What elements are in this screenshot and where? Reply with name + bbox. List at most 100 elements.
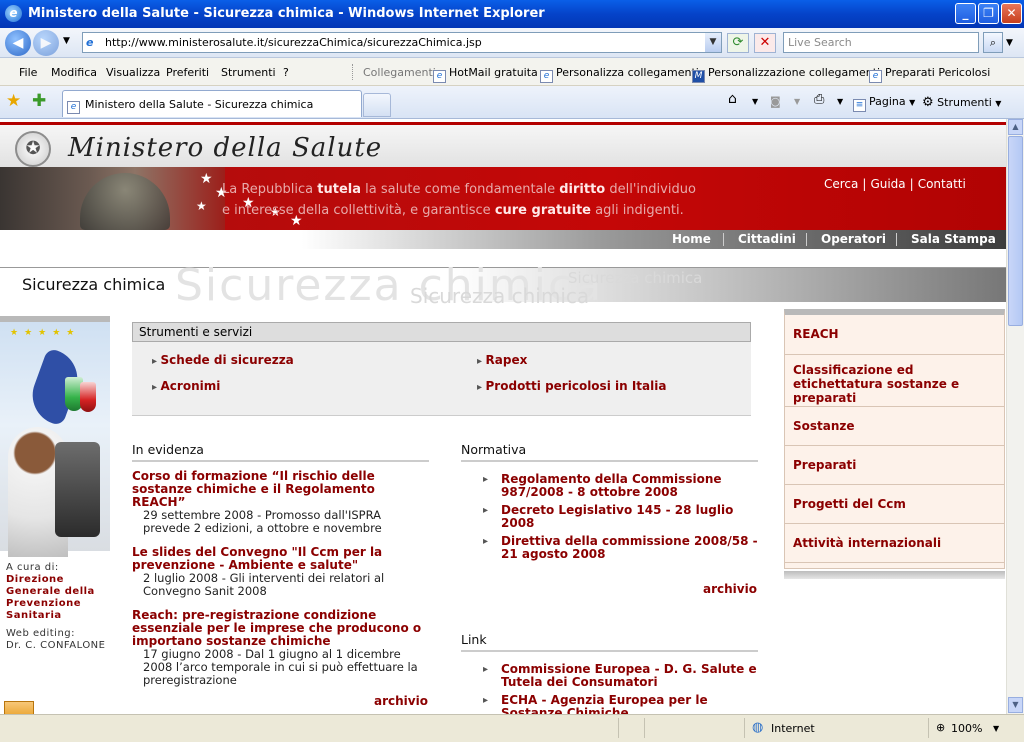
top-link-contatti[interactable]: Contatti [918,177,966,191]
security-zone: Internet [771,722,815,735]
menu-visualizza[interactable]: Visualizza [106,66,160,79]
scroll-thumb[interactable] [1008,136,1023,326]
right-menu-classificazione[interactable]: Classificazione ed etichettatura sostanz… [785,355,1004,407]
stop-icon[interactable]: ✕ [754,33,776,53]
tab-active[interactable]: e Ministero della Salute - Sicurezza chi… [62,90,362,117]
search-options-icon[interactable]: ▼ [1006,38,1013,48]
nav-home[interactable]: Home [672,232,711,246]
feeds-dropdown-icon[interactable]: ▼ [794,97,800,106]
top-links: Cerca | Guida | Contatti [824,177,966,191]
scroll-down-icon[interactable]: ▼ [1008,697,1023,713]
menu-modifica[interactable]: Modifica [51,66,97,79]
zoom-icon[interactable]: ⊕ [936,721,945,734]
search-icon[interactable]: ⌕ [983,32,1003,53]
back-button[interactable]: ◀ [5,30,31,56]
normativa-header: Normativa [461,442,758,462]
cura-label: A cura di: [6,562,59,573]
menu-strumenti[interactable]: Strumenti [221,66,276,79]
normativa-item[interactable]: Decreto Legislativo 145 - 28 luglio 2008 [461,504,758,530]
home-icon[interactable]: ⌂ [728,91,737,107]
external-link-item[interactable]: Commissione Europea - D. G. Salute e Tut… [461,663,758,689]
menu-preferiti[interactable]: Preferiti [166,66,209,79]
close-button[interactable]: ✕ [1001,3,1022,24]
site-logo[interactable]: Ministero della Salute [68,133,382,163]
mail-icon[interactable] [4,701,34,714]
news-title[interactable]: Reach: pre-registrazione condizione esse… [132,609,429,648]
new-tab-button[interactable] [363,93,391,117]
right-menu-progetti[interactable]: Progetti del Ccm [785,485,1004,524]
nav-sala-stampa[interactable]: Sala Stampa [911,232,996,246]
menu-file[interactable]: File [19,66,37,79]
page-icon: e [869,70,882,83]
news-desc: 29 settembre 2008 - Promosso dall'ISPRA … [143,508,382,535]
nav-operatori[interactable]: Operatori [821,232,886,246]
page-icon: e [433,70,446,83]
page-menu-button[interactable]: ≡ Pagina ▼ [853,95,915,112]
tab-bar: ★ ✚ e Ministero della Salute - Sicurezza… [0,86,1024,119]
history-dropdown-icon[interactable]: ▼ [63,36,70,46]
favorites-star-icon[interactable]: ★ [6,91,21,111]
right-menu-reach[interactable]: REACH [785,315,1004,355]
vertical-scrollbar[interactable]: ▲ ▼ [1006,119,1024,714]
section-title: Sicurezza chimica [22,275,166,294]
link-hotmail[interactable]: e HotMail gratuita [433,66,538,83]
top-link-guida[interactable]: Guida [870,177,905,191]
minimize-button[interactable]: _ [955,3,976,24]
menu-help[interactable]: ? [283,66,289,79]
news-title[interactable]: Corso di formazione “Il rischio delle so… [132,470,429,509]
normativa-item[interactable]: Regolamento della Commissione 987/2008 -… [461,473,758,499]
tool-schede-sicurezza[interactable]: Schede di sicurezza [152,353,294,367]
banner-photo [0,167,225,230]
slogan-segment: La Repubblica [222,182,318,197]
evidenza-archivio-link[interactable]: archivio [374,694,428,708]
normativa-archivio-link[interactable]: archivio [703,582,757,596]
nav-cittadini[interactable]: Cittadini [738,232,796,246]
tool-acronimi[interactable]: Acronimi [152,379,221,393]
ie-logo-icon: e [5,5,22,22]
tools-services-box: Strumenti e servizi Schede di sicurezza … [132,322,751,416]
right-menu-footer [784,571,1005,579]
page-favicon-icon: e [86,36,94,49]
link-preparati[interactable]: e Preparati Pericolosi [869,66,990,83]
msn-icon: M [692,70,705,83]
zoom-level[interactable]: 100% [951,722,982,735]
slogan-segment: cure gratuite [494,203,591,218]
restore-button[interactable]: ❐ [978,3,999,24]
search-input[interactable]: Live Search [783,32,979,53]
feeds-icon[interactable]: ◙ [770,95,781,108]
print-dropdown-icon[interactable]: ▼ [837,97,843,106]
star-icon: ★ [196,199,207,213]
address-bar[interactable]: e http://www.ministerosalute.it/sicurezz… [82,32,722,53]
address-dropdown-icon[interactable]: ▼ [705,33,721,52]
slogan-segment: agli indigenti. [590,203,684,218]
refresh-icon[interactable]: ⟳ [727,33,749,53]
right-menu-preparati[interactable]: Preparati [785,446,1004,485]
news-title[interactable]: Le slides del Convegno "Il Ccm per la pr… [132,546,429,572]
link-personalizza[interactable]: e Personalizza collegamenti [540,66,699,83]
tool-rapex[interactable]: Rapex [477,353,528,367]
normativa-item[interactable]: Direttiva della commissione 2008/58 - 21… [461,535,758,561]
right-menu-attivita[interactable]: Attività internazionali [785,524,1004,563]
zoom-dropdown-icon[interactable]: ▼ [993,724,999,733]
news-desc: 2 luglio 2008 - Gli interventi dei relat… [143,571,385,598]
tool-prodotti-pericolosi[interactable]: Prodotti pericolosi in Italia [477,379,667,393]
tools-menu-button[interactable]: ⚙ Strumenti ▼ [922,95,1001,110]
add-favorite-icon[interactable]: ✚ [32,91,46,111]
web-editor-name: Dr. C. CONFALONE [6,640,106,651]
print-icon[interactable]: ⎙ [814,92,824,107]
address-input[interactable]: http://www.ministerosalute.it/sicurezzaC… [105,36,482,49]
link-list: Commissione Europea - D. G. Salute e Tut… [461,663,758,715]
eu-stars-icon: ★★★★★ [10,328,81,338]
slogan-segment: tutela [317,182,361,197]
home-dropdown-icon[interactable]: ▼ [752,97,758,106]
scroll-up-icon[interactable]: ▲ [1008,119,1023,135]
forward-button[interactable]: ▶ [33,30,59,56]
top-link-cerca[interactable]: Cerca [824,177,858,191]
slogan-line-2: e interesse della collettività, e garant… [222,200,696,221]
main-nav: Home Cittadini Operatori Sala Stampa [0,230,1006,249]
external-link-item[interactable]: ECHA - Agenzia Europea per le Sostanze C… [461,694,758,715]
cura-org-link[interactable]: Direzione Generale della Prevenzione San… [6,574,106,622]
right-menu: REACH Classificazione ed etichettatura s… [784,309,1005,569]
link-personalizzazione[interactable]: M Personalizzazione collegamenti [692,66,880,83]
right-menu-sostanze[interactable]: Sostanze [785,407,1004,446]
